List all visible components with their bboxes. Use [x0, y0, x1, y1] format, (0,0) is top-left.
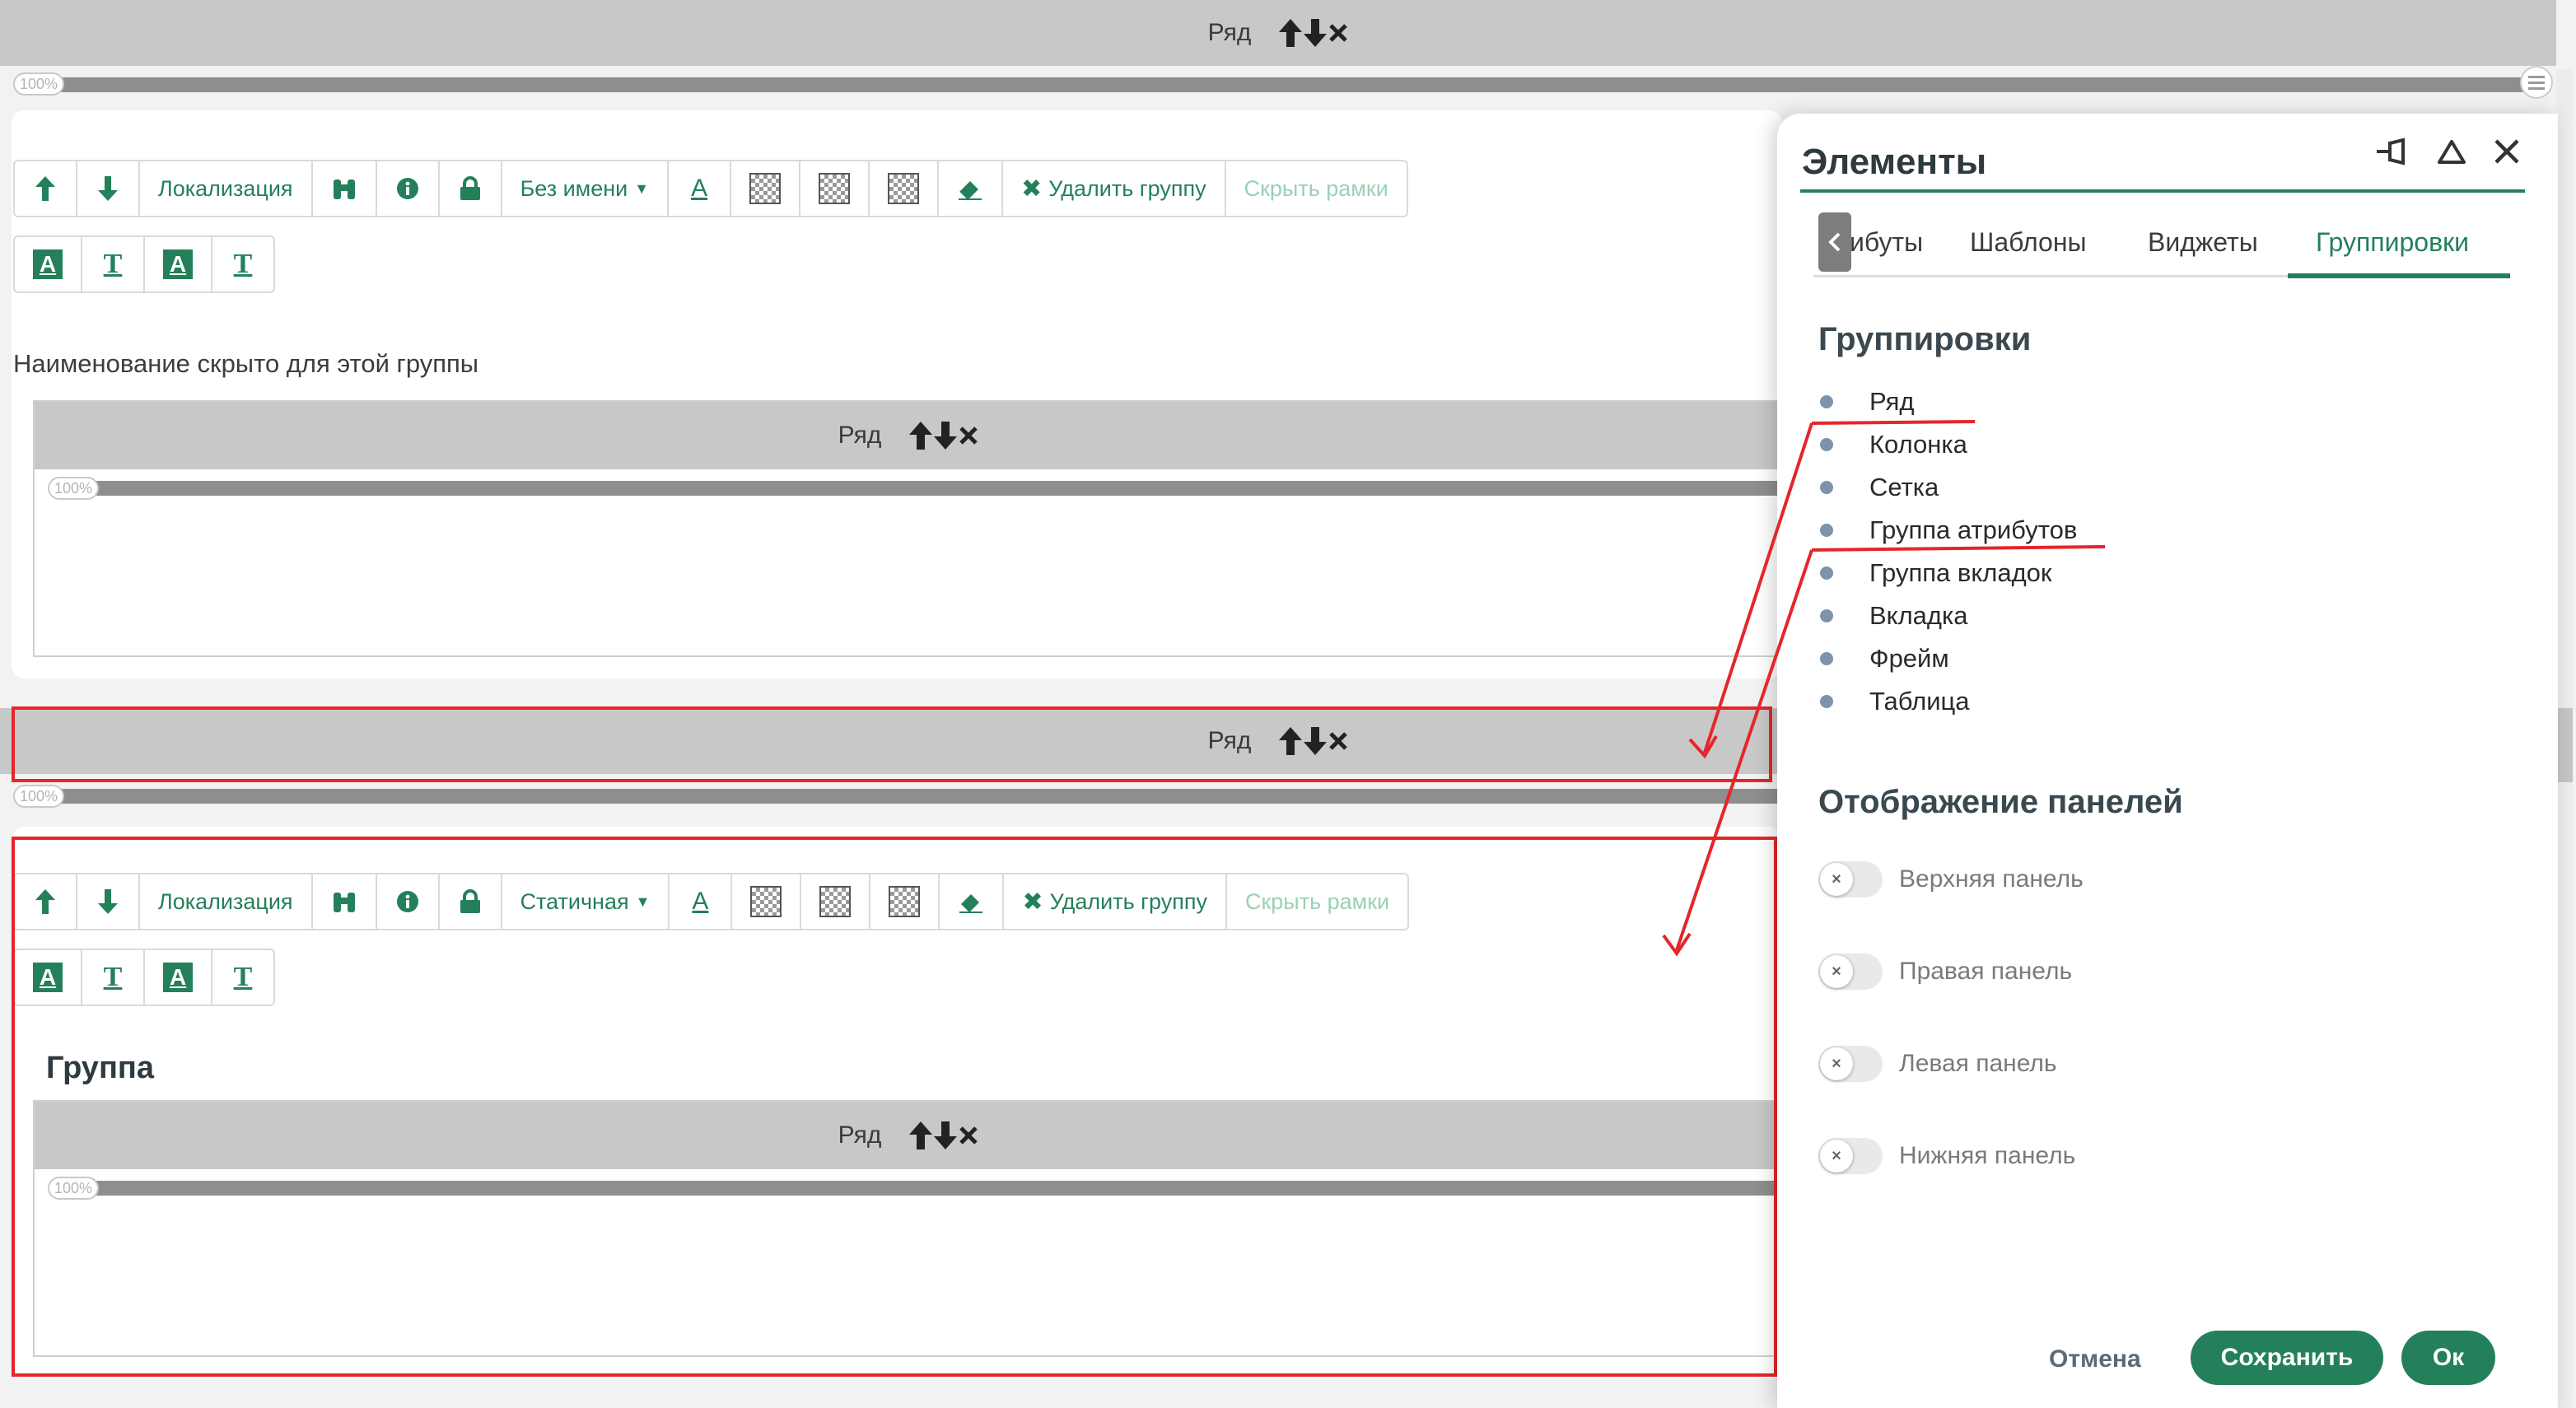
- annotation-overlay: [1662, 420, 2106, 957]
- annotation-underline-attribute-group: [1811, 545, 2106, 552]
- annotation-underline-row: [1811, 420, 1976, 425]
- annotation-arrowhead-row: [1688, 734, 1718, 759]
- annotation-arrow-row: [1703, 422, 1813, 753]
- annotation-arrowhead-group: [1662, 932, 1692, 957]
- annotation-arrow-group: [1675, 549, 1813, 951]
